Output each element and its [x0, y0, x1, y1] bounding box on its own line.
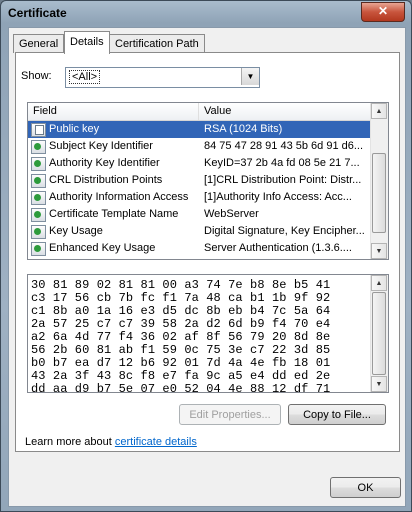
scroll-thumb[interactable]: [372, 292, 386, 375]
field-value: [1]Authority Info Access: Acc...: [204, 191, 352, 203]
ok-button[interactable]: OK: [330, 477, 401, 498]
list-item[interactable]: Authority Key Identifier KeyID=37 2b 4a …: [28, 155, 371, 172]
field-value: 84 75 47 28 91 43 5b 6d 91 d6...: [204, 140, 364, 152]
field-name: Authority Information Access: [49, 191, 189, 203]
field-value: Digital Signature, Key Encipher...: [204, 225, 365, 237]
field-value: KeyID=37 2b 4a fd 08 5e 21 7...: [204, 157, 360, 169]
dialog-client-area: General Details Certification Path Show:…: [8, 27, 406, 507]
learn-more-text: Learn more about certificate details: [25, 436, 197, 448]
extension-icon: [31, 225, 46, 239]
learn-more-prefix: Learn more about: [25, 436, 115, 448]
show-dropdown-value: <All>: [69, 70, 101, 84]
fields-list-scrollbar[interactable]: ▲ ▼: [370, 103, 388, 259]
extension-icon: [31, 191, 46, 205]
show-dropdown[interactable]: <All> ▼: [65, 67, 260, 88]
show-label: Show:: [21, 70, 52, 82]
scroll-up-icon[interactable]: ▲: [371, 275, 387, 291]
field-value: [1]CRL Distribution Point: Distr...: [204, 174, 362, 186]
column-header-field[interactable]: Field: [33, 105, 57, 117]
certificate-window: Certificate ✕ General Details Certificat…: [0, 0, 412, 512]
list-item[interactable]: Enhanced Key Usage Server Authentication…: [28, 240, 371, 257]
tab-general[interactable]: General: [13, 34, 65, 53]
edit-properties-button[interactable]: Edit Properties...: [179, 404, 281, 425]
tab-details[interactable]: Details: [64, 31, 110, 54]
fields-list[interactable]: Field Value Public key RSA (1024 Bits) S…: [27, 102, 389, 260]
extension-icon: [31, 140, 46, 154]
title-bar[interactable]: Certificate ✕: [1, 1, 411, 25]
hex-line: dd aa d9 b7 5e 07 e0 52 04 4e 88 12 df 7…: [31, 382, 331, 393]
chevron-down-icon[interactable]: ▼: [241, 68, 259, 85]
field-value: WebServer: [204, 208, 259, 220]
field-value-textbox[interactable]: 30 81 89 02 81 81 00 a3 74 7e b8 8e b5 4…: [27, 274, 389, 393]
field-name: Key Usage: [49, 225, 103, 237]
list-item[interactable]: Certificate Template Name WebServer: [28, 206, 371, 223]
field-name: CRL Distribution Points: [49, 174, 163, 186]
copy-to-file-button[interactable]: Copy to File...: [288, 404, 386, 425]
field-name: Public key: [49, 123, 100, 135]
tab-certification-path[interactable]: Certification Path: [109, 34, 205, 53]
column-header-value[interactable]: Value: [204, 105, 231, 117]
certificate-field-icon: [31, 123, 46, 137]
field-value: Server Authentication (1.3.6....: [204, 242, 352, 254]
window-title: Certificate: [8, 6, 67, 20]
close-button[interactable]: ✕: [361, 2, 405, 22]
column-divider[interactable]: [198, 103, 199, 120]
field-name: Subject Key Identifier: [49, 140, 153, 152]
list-item[interactable]: CRL Distribution Points [1]CRL Distribut…: [28, 172, 371, 189]
scroll-thumb[interactable]: [372, 153, 386, 233]
scroll-up-icon[interactable]: ▲: [371, 103, 387, 119]
field-name: Enhanced Key Usage: [49, 242, 156, 254]
field-name: Authority Key Identifier: [49, 157, 160, 169]
scroll-down-icon[interactable]: ▼: [371, 243, 387, 259]
extension-icon: [31, 242, 46, 256]
list-item[interactable]: Subject Key Identifier 84 75 47 28 91 43…: [28, 138, 371, 155]
scroll-down-icon[interactable]: ▼: [371, 376, 387, 392]
list-item[interactable]: Public key RSA (1024 Bits): [28, 121, 371, 138]
fields-list-header: Field Value: [28, 103, 371, 121]
hex-textbox-scrollbar[interactable]: ▲ ▼: [370, 275, 388, 392]
certificate-details-link[interactable]: certificate details: [115, 436, 197, 448]
extension-icon: [31, 174, 46, 188]
field-name: Certificate Template Name: [49, 208, 179, 220]
list-item[interactable]: Key Usage Digital Signature, Key Enciphe…: [28, 223, 371, 240]
extension-icon: [31, 157, 46, 171]
extension-icon: [31, 208, 46, 222]
list-item[interactable]: Authority Information Access [1]Authorit…: [28, 189, 371, 206]
field-value: RSA (1024 Bits): [204, 123, 283, 135]
